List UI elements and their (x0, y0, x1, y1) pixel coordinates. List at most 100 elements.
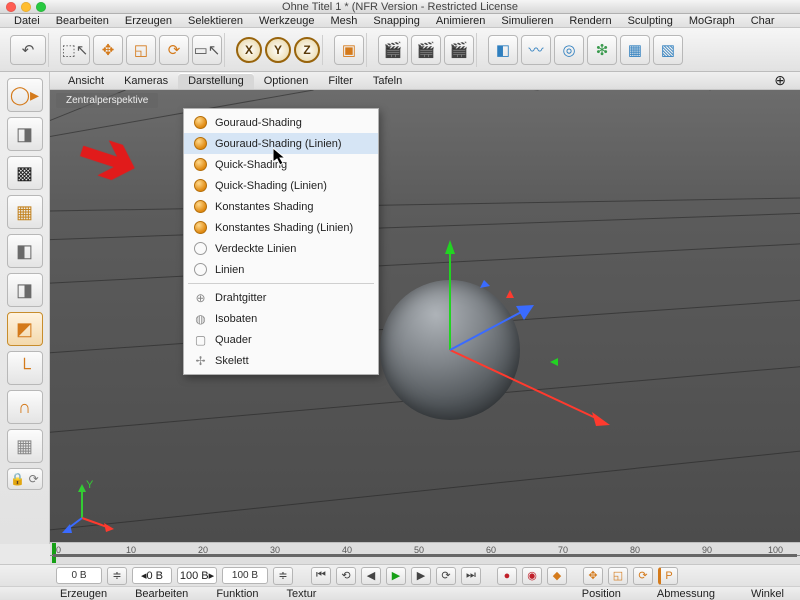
tick: 80 (630, 545, 640, 555)
menu-werkzeuge[interactable]: Werkzeuge (251, 15, 322, 27)
zoom-traffic-light[interactable] (36, 2, 46, 12)
go-start-button[interactable]: ⏮ (311, 567, 331, 585)
dd-konstantes-shading[interactable]: Konstantes Shading (184, 196, 378, 217)
menu-datei[interactable]: Datei (6, 15, 48, 27)
menu-snapping[interactable]: Snapping (365, 15, 428, 27)
range-spinner[interactable]: ≑ (273, 567, 293, 585)
undo-button[interactable]: ↶ (10, 35, 46, 65)
vp-menu-tafeln[interactable]: Tafeln (363, 73, 412, 89)
key-rot-button[interactable]: ⟳ (633, 567, 653, 585)
dd-linien[interactable]: Linien (184, 259, 378, 280)
dd-gouraud-shading[interactable]: Gouraud-Shading (184, 112, 378, 133)
minimize-traffic-light[interactable] (21, 2, 31, 12)
status-funktion[interactable]: Funktion (216, 588, 258, 600)
last-tool[interactable]: ▭↖ (192, 35, 222, 65)
menu-erzeugen[interactable]: Erzeugen (117, 15, 180, 27)
workplane-snap-button[interactable]: ▦ (7, 429, 43, 463)
next-key-button[interactable]: ⟳ (436, 567, 456, 585)
prev-key-button[interactable]: ⟲ (336, 567, 356, 585)
edge-mode-button[interactable]: ◨ (7, 273, 43, 307)
tick: 70 (558, 545, 568, 555)
menu-rendern[interactable]: Rendern (561, 15, 619, 27)
dd-verdeckte-linien[interactable]: Verdeckte Linien (184, 238, 378, 259)
live-select-tool[interactable]: ⬚↖ (60, 35, 90, 65)
scale-tool[interactable]: ◱ (126, 35, 156, 65)
primitive-cube-button[interactable]: ◧ (488, 35, 518, 65)
lock-y-axis[interactable]: Y (265, 37, 291, 63)
render-settings-button[interactable]: 🎬 (411, 35, 441, 65)
menu-mesh[interactable]: Mesh (322, 15, 365, 27)
record-button[interactable]: ● (497, 567, 517, 585)
key-scale-button[interactable]: ◱ (608, 567, 628, 585)
model-mode-button[interactable]: ◨ (7, 117, 43, 151)
current-frame-field[interactable]: 0 B (56, 567, 102, 584)
menu-char[interactable]: Char (743, 15, 783, 27)
dd-isobaten[interactable]: ◍Isobaten (184, 308, 378, 329)
range-start-field[interactable]: ◂ 0 B (132, 567, 172, 584)
close-traffic-light[interactable] (6, 2, 16, 12)
generator-button[interactable]: ◎ (554, 35, 584, 65)
frame-spinner[interactable]: ≑ (107, 567, 127, 585)
shading-ball-icon (194, 179, 207, 192)
move-tool[interactable]: ✥ (93, 35, 123, 65)
lock-z-axis[interactable]: Z (294, 37, 320, 63)
vp-maximize-icon[interactable]: ⊕ (768, 72, 792, 89)
rotate-tool[interactable]: ⟳ (159, 35, 189, 65)
box-icon: ▢ (194, 333, 207, 346)
picture-viewer-button[interactable]: 🎬 (444, 35, 474, 65)
camera-floor-button[interactable]: ▧ (653, 35, 683, 65)
menu-animieren[interactable]: Animieren (428, 15, 494, 27)
vp-menu-darstellung[interactable]: Darstellung (178, 73, 254, 89)
key-param-button[interactable]: P (658, 567, 678, 585)
status-textur[interactable]: Textur (287, 588, 317, 600)
spline-button[interactable]: 〰 (521, 35, 551, 65)
timeline-ruler[interactable]: 0 10 20 30 40 50 60 70 80 90 100 (50, 542, 800, 564)
keyframe-sel-button[interactable]: ◆ (547, 567, 567, 585)
darstellung-dropdown: Gouraud-Shading Gouraud-Shading (Linien)… (183, 108, 379, 375)
menu-bearbeiten[interactable]: Bearbeiten (48, 15, 117, 27)
environment-button[interactable]: ▦ (620, 35, 650, 65)
preview-end-field[interactable]: 100 B ▸ (177, 567, 217, 584)
dd-quick-shading[interactable]: Quick-Shading (184, 154, 378, 175)
viewport-menu-bar: Ansicht Kameras Darstellung Optionen Fil… (50, 72, 800, 90)
texture-mode-button[interactable]: ▩ (7, 156, 43, 190)
vp-menu-ansicht[interactable]: Ansicht (58, 73, 114, 89)
menu-sculpting[interactable]: Sculpting (620, 15, 681, 27)
lock-button[interactable]: 🔒 ⟳ (7, 468, 43, 490)
make-editable-button[interactable]: ◯▸ (7, 78, 43, 112)
perspective-viewport[interactable]: Y (50, 90, 800, 544)
workplane-button[interactable]: ▦ (7, 195, 43, 229)
main-menu-bar: Datei Bearbeiten Erzeugen Selektieren We… (0, 14, 800, 28)
coord-system-button[interactable]: ▣ (334, 35, 364, 65)
vp-menu-optionen[interactable]: Optionen (254, 73, 319, 89)
status-erzeugen[interactable]: Erzeugen (60, 588, 107, 600)
deformer-button[interactable]: ❇ (587, 35, 617, 65)
autokey-button[interactable]: ◉ (522, 567, 542, 585)
step-back-button[interactable]: ◀ (361, 567, 381, 585)
dd-skelett[interactable]: ✢Skelett (184, 350, 378, 371)
polygon-mode-button[interactable]: ◩ (7, 312, 43, 346)
axis-tool-button[interactable]: └ (7, 351, 43, 385)
lock-x-axis[interactable]: X (236, 37, 262, 63)
dd-quick-shading-linien[interactable]: Quick-Shading (Linien) (184, 175, 378, 196)
render-view-button[interactable]: 🎬 (378, 35, 408, 65)
vp-menu-filter[interactable]: Filter (318, 73, 362, 89)
vp-menu-kameras[interactable]: Kameras (114, 73, 178, 89)
dd-gouraud-shading-linien[interactable]: Gouraud-Shading (Linien) (184, 133, 378, 154)
dd-konstantes-shading-linien[interactable]: Konstantes Shading (Linien) (184, 217, 378, 238)
magnet-snap-button[interactable]: ∩ (7, 390, 43, 424)
play-button[interactable]: ▶ (386, 567, 406, 585)
dd-quader[interactable]: ▢Quader (184, 329, 378, 350)
menu-simulieren[interactable]: Simulieren (493, 15, 561, 27)
menu-selektieren[interactable]: Selektieren (180, 15, 251, 27)
step-forward-button[interactable]: ▶ (411, 567, 431, 585)
key-pos-button[interactable]: ✥ (583, 567, 603, 585)
dd-drahtgitter[interactable]: ⊕Drahtgitter (184, 287, 378, 308)
tick: 90 (702, 545, 712, 555)
point-mode-button[interactable]: ◧ (7, 234, 43, 268)
status-bearbeiten[interactable]: Bearbeiten (135, 588, 188, 600)
menu-mograph[interactable]: MoGraph (681, 15, 743, 27)
go-end-button[interactable]: ⏭ (461, 567, 481, 585)
dd-label: Drahtgitter (215, 292, 266, 304)
range-end-field[interactable]: 100 B (222, 567, 268, 584)
